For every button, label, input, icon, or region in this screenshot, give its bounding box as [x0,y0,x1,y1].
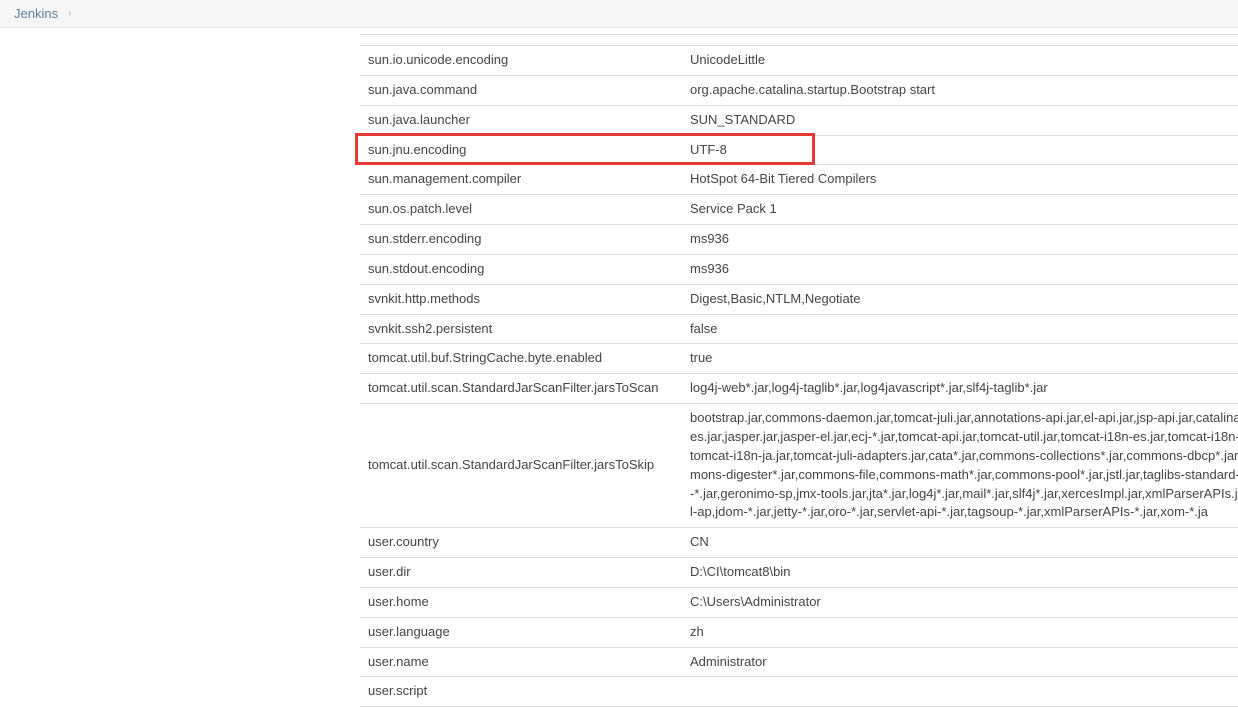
property-value: Service Pack 1 [682,195,1238,225]
system-properties-table: sun.io.unicode.encodingUnicodeLittlesun.… [360,34,1238,707]
property-value [682,677,1238,707]
property-key: tomcat.util.buf.StringCache.byte.enabled [360,344,682,374]
table-row: tomcat.util.scan.StandardJarScanFilter.j… [360,374,1238,404]
table-row: sun.java.commandorg.apache.catalina.star… [360,75,1238,105]
breadcrumb-root[interactable]: Jenkins [14,6,58,21]
property-value: Administrator [682,647,1238,677]
system-properties-panel: sun.io.unicode.encodingUnicodeLittlesun.… [0,28,1238,707]
table-row: svnkit.ssh2.persistentfalse [360,314,1238,344]
table-row: sun.management.compilerHotSpot 64-Bit Ti… [360,165,1238,195]
table-row: user.languagezh [360,617,1238,647]
property-key: sun.jnu.encoding [360,135,682,165]
property-value: UTF-8 [682,135,1238,165]
property-value [682,35,1238,46]
table-row: user.homeC:\Users\Administrator [360,587,1238,617]
table-row: sun.java.launcherSUN_STANDARD [360,105,1238,135]
property-key: tomcat.util.scan.StandardJarScanFilter.j… [360,404,682,528]
table-row: sun.jnu.encodingUTF-8 [360,135,1238,165]
property-value: true [682,344,1238,374]
property-key: svnkit.http.methods [360,284,682,314]
property-value: ms936 [682,254,1238,284]
property-value: bootstrap.jar,commons-daemon.jar,tomcat-… [682,404,1238,528]
table-row: user.script [360,677,1238,707]
property-value: zh [682,617,1238,647]
property-value: SUN_STANDARD [682,105,1238,135]
property-key: sun.stdout.encoding [360,254,682,284]
table-row [360,35,1238,46]
table-row: sun.stdout.encodingms936 [360,254,1238,284]
table-row: sun.stderr.encodingms936 [360,225,1238,255]
table-row: user.countryCN [360,528,1238,558]
property-key: sun.stderr.encoding [360,225,682,255]
property-key: sun.os.patch.level [360,195,682,225]
property-key: user.name [360,647,682,677]
table-row: tomcat.util.scan.StandardJarScanFilter.j… [360,404,1238,528]
table-row: sun.io.unicode.encodingUnicodeLittle [360,46,1238,76]
table-row: user.nameAdministrator [360,647,1238,677]
property-value: CN [682,528,1238,558]
property-value: C:\Users\Administrator [682,587,1238,617]
property-value: Digest,Basic,NTLM,Negotiate [682,284,1238,314]
table-row: sun.os.patch.levelService Pack 1 [360,195,1238,225]
property-key: tomcat.util.scan.StandardJarScanFilter.j… [360,374,682,404]
property-key: user.script [360,677,682,707]
table-row: user.dirD:\CI\tomcat8\bin [360,558,1238,588]
table-row: svnkit.http.methodsDigest,Basic,NTLM,Neg… [360,284,1238,314]
breadcrumb-separator-icon: › [68,8,71,19]
property-key: sun.io.unicode.encoding [360,46,682,76]
property-value: log4j-web*.jar,log4j-taglib*.jar,log4jav… [682,374,1238,404]
property-key [360,35,682,46]
property-value: D:\CI\tomcat8\bin [682,558,1238,588]
breadcrumb: Jenkins › [0,0,1238,28]
property-value: false [682,314,1238,344]
property-value: org.apache.catalina.startup.Bootstrap st… [682,75,1238,105]
property-key: user.language [360,617,682,647]
property-value: HotSpot 64-Bit Tiered Compilers [682,165,1238,195]
property-key: svnkit.ssh2.persistent [360,314,682,344]
property-key: sun.java.command [360,75,682,105]
property-value: ms936 [682,225,1238,255]
property-key: user.country [360,528,682,558]
property-value: UnicodeLittle [682,46,1238,76]
table-row: tomcat.util.buf.StringCache.byte.enabled… [360,344,1238,374]
property-key: user.dir [360,558,682,588]
property-key: sun.management.compiler [360,165,682,195]
property-key: user.home [360,587,682,617]
property-key: sun.java.launcher [360,105,682,135]
